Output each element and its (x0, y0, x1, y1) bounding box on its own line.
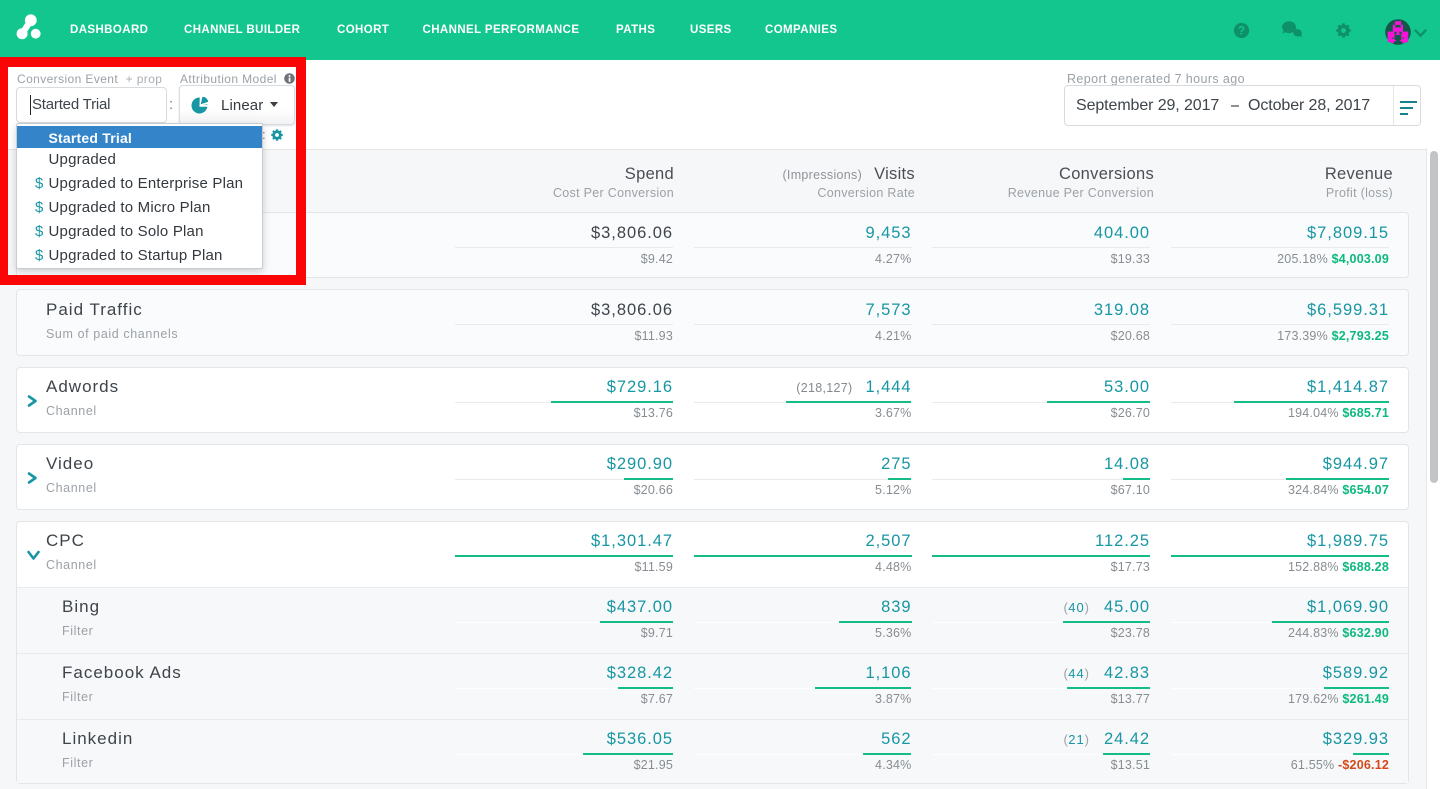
svg-text:?: ? (1238, 25, 1245, 37)
